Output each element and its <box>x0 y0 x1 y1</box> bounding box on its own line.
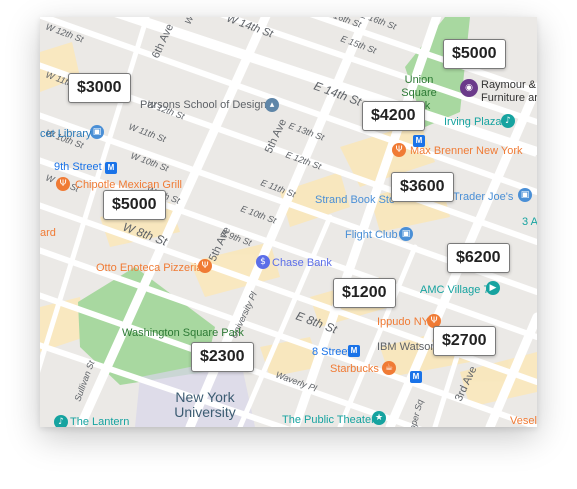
price-pin[interactable]: $5000 <box>443 39 506 69</box>
price-pin[interactable]: $4200 <box>362 101 425 131</box>
amc-label: AMC Village 7 <box>420 284 490 296</box>
ninth-street-label: 9th Street <box>54 161 102 173</box>
subway-icon[interactable]: M <box>105 162 117 174</box>
chase-icon[interactable]: $ <box>256 255 270 269</box>
vesel-label: Vesel <box>510 415 537 427</box>
library-icon[interactable]: ▣ <box>90 125 104 139</box>
lantern-icon[interactable]: ♪ <box>54 415 68 427</box>
flight-club-label: Flight Club <box>345 229 398 241</box>
public-theater-label: The Public Theater <box>282 414 375 426</box>
library-label: cet Library <box>40 128 92 140</box>
parsons-icon[interactable]: ▴ <box>265 98 279 112</box>
otto-icon[interactable]: Ψ <box>198 259 212 273</box>
trader-joes-icon[interactable]: ▣ <box>518 188 532 202</box>
price-pin[interactable]: $3600 <box>391 172 454 202</box>
astor-subway-icon[interactable]: M <box>410 371 422 383</box>
price-pin[interactable]: $2300 <box>191 342 254 372</box>
three-a-label: 3 A <box>522 216 537 228</box>
price-pin[interactable]: $6200 <box>447 243 510 273</box>
parsons-label: Parsons School of Design <box>140 99 267 111</box>
eighth-street-label: 8 Street <box>312 346 351 358</box>
price-pin[interactable]: $1200 <box>333 278 396 308</box>
university-label: New York University <box>174 389 236 420</box>
public-theater-icon[interactable]: ★ <box>372 411 386 425</box>
chipotle-icon[interactable]: Ψ <box>56 177 70 191</box>
ibm-label: IBM Watson <box>377 341 437 353</box>
eighth-street-subway-icon[interactable]: M <box>348 345 360 357</box>
price-pin[interactable]: $3000 <box>68 73 131 103</box>
price-pin[interactable]: $5000 <box>103 190 166 220</box>
trader-joes-label: Trader Joe's <box>453 191 514 203</box>
flight-club-icon[interactable]: ▣ <box>399 227 413 241</box>
ward-label: ard <box>40 227 56 239</box>
lantern-label: The Lantern <box>70 416 130 427</box>
raymour-label-line2: Furniture ar <box>481 92 537 104</box>
ippudo-label: Ippudo NY <box>377 316 429 328</box>
washington-square-park-label: Washington Square Park <box>122 327 244 339</box>
strand-label: Strand Book Sto <box>315 194 396 206</box>
price-pin[interactable]: $2700 <box>433 326 496 356</box>
raymour-icon[interactable]: ◉ <box>460 79 478 97</box>
starbucks-label: Starbucks <box>330 363 379 375</box>
otto-label: Otto Enoteca Pizzeria <box>96 262 203 274</box>
amc-icon[interactable]: ▶ <box>486 281 500 295</box>
starbucks-icon[interactable]: ☕ <box>382 361 396 375</box>
raymour-label-line1: Raymour & <box>481 79 537 91</box>
irving-plaza-label: Irving Plaza <box>444 116 502 128</box>
irving-plaza-icon[interactable]: ♪ <box>501 114 515 128</box>
max-brenner-icon[interactable]: Ψ <box>392 143 406 157</box>
map-card[interactable]: W 12th St W 11th St W 10th St W 9th St W… <box>40 17 537 427</box>
chase-label: Chase Bank <box>272 257 332 269</box>
union-square-subway-icon[interactable]: M <box>413 135 425 147</box>
max-brenner-label: Max Brenner New York <box>410 145 523 157</box>
